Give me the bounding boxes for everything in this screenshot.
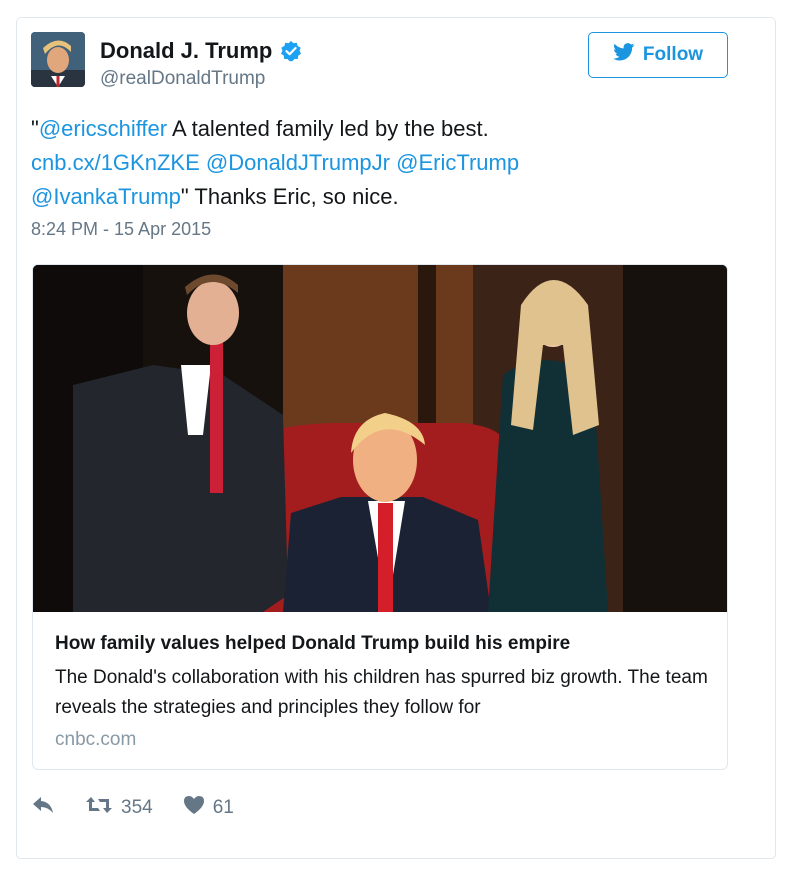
tweet-text: "@ericschiffer A talented family led by …: [31, 112, 711, 214]
retweet-icon: [85, 795, 113, 821]
follow-button[interactable]: Follow: [588, 32, 728, 78]
card-body: How family values helped Donald Trump bu…: [55, 631, 715, 751]
reply-icon: [31, 795, 55, 821]
user-name[interactable]: Donald J. Trump: [100, 38, 302, 64]
like-button[interactable]: 61: [183, 795, 234, 821]
retweet-count: 354: [121, 797, 153, 818]
follow-label: Follow: [642, 44, 704, 65]
bird-icon: [613, 43, 635, 67]
user-handle[interactable]: @realDonaldTrump: [100, 68, 265, 90]
reply-button[interactable]: [31, 795, 55, 821]
user-name-text[interactable]: Donald J. Trump: [100, 38, 272, 64]
verified-badge-icon: [280, 40, 302, 62]
mention-erictrump[interactable]: @EricTrump: [396, 150, 519, 175]
card-domain: cnbc.com: [55, 729, 137, 750]
link-preview-card[interactable]: How family values helped Donald Trump bu…: [32, 264, 728, 770]
tweet-text-part1: A talented family led by the best.: [167, 116, 489, 141]
tweet-text-part2: " Thanks Eric, so nice.: [180, 184, 399, 209]
card-title[interactable]: How family values helped Donald Trump bu…: [55, 631, 715, 657]
mention-ericschiffer[interactable]: @ericschiffer: [39, 116, 167, 141]
heart-icon: [183, 795, 205, 821]
like-count: 61: [212, 797, 234, 818]
tweet-link-url[interactable]: cnb.cx/1GKnZKE: [31, 150, 200, 175]
tweet-timestamp[interactable]: 8:24 PM - 15 Apr 2015: [31, 219, 211, 240]
retweet-button[interactable]: 354: [85, 795, 153, 821]
card-description: The Donald's collaboration with his chil…: [55, 667, 708, 718]
tweet-actions: 354 61: [31, 795, 264, 821]
mention-donaldjtrumpjr[interactable]: @DonaldJTrumpJr: [206, 150, 390, 175]
card-photo[interactable]: [33, 265, 727, 612]
avatar[interactable]: [31, 32, 85, 87]
quote-open: ": [31, 116, 39, 141]
mention-ivankatrump[interactable]: @IvankaTrump: [31, 184, 181, 209]
